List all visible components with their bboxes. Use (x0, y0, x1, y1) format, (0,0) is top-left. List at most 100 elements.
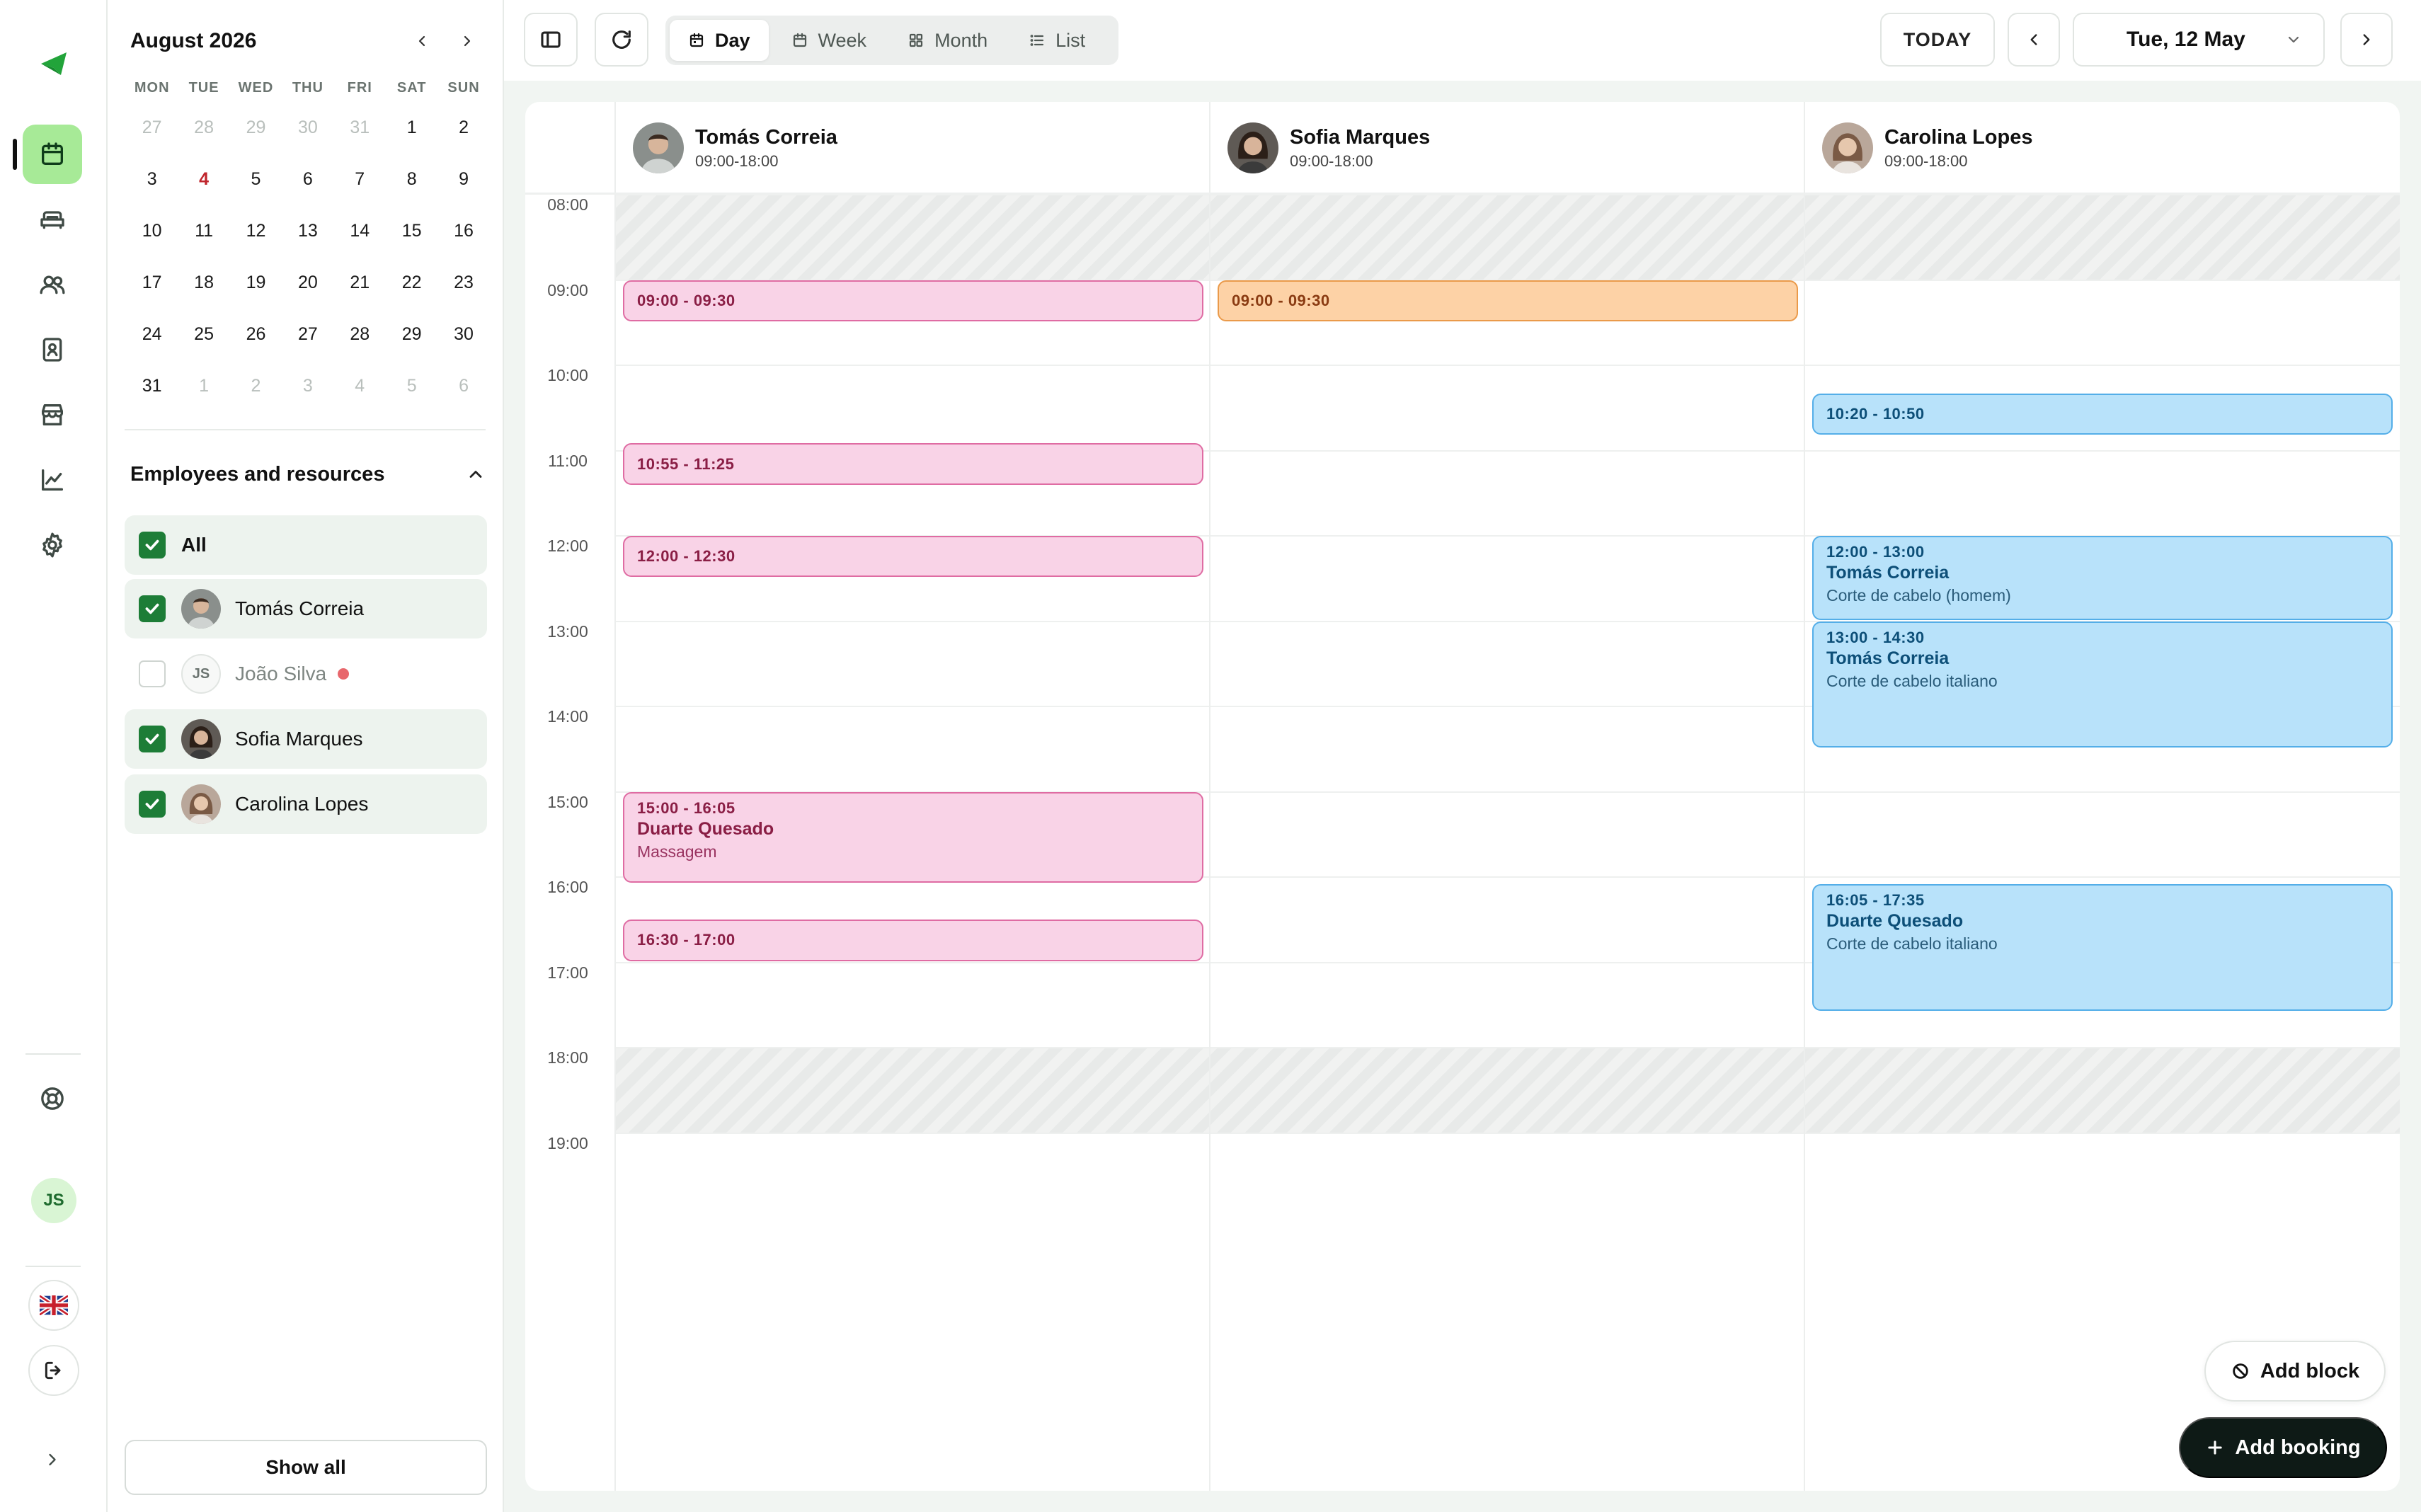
calendar-day[interactable]: 7 (334, 154, 386, 205)
booking-event[interactable]: 13:00 - 14:30 Tomás Correia Corte de cabel… (1812, 621, 2393, 748)
calendar-day[interactable]: 3 (126, 154, 178, 205)
employee-avatar (633, 122, 684, 173)
add-booking-button[interactable]: Add booking (2179, 1417, 2387, 1478)
calendar-day[interactable]: 23 (437, 257, 489, 309)
rail-clients[interactable] (23, 255, 82, 314)
hour-label: 16:00 (547, 878, 588, 896)
booking-event[interactable]: 09:00 - 09:30 (623, 280, 1203, 321)
tab-week[interactable]: Week (773, 20, 886, 61)
calendar-day[interactable]: 19 (230, 257, 282, 309)
calendar-day[interactable]: 17 (126, 257, 178, 309)
calendar-day[interactable]: 13 (282, 205, 333, 257)
language-switch[interactable] (28, 1280, 79, 1331)
column-working-hours: 09:00-18:00 (695, 151, 779, 170)
calendar-day[interactable]: 22 (386, 257, 437, 309)
checkbox-joao[interactable] (139, 660, 166, 687)
next-month-button[interactable] (453, 27, 481, 55)
rail-calendar[interactable] (23, 125, 82, 184)
prev-day-button[interactable] (2008, 13, 2060, 67)
user-avatar[interactable]: JS (31, 1178, 76, 1223)
calendar-day[interactable]: 27 (126, 102, 178, 154)
calendar-day[interactable]: 31 (126, 360, 178, 412)
booking-event[interactable]: 12:00 - 12:30 (623, 536, 1203, 578)
calendar-day[interactable]: 1 (386, 102, 437, 154)
calendar-day[interactable]: 4 (334, 360, 386, 412)
checkbox-sofia[interactable] (139, 726, 166, 752)
calendar-day[interactable]: 28 (178, 102, 229, 154)
employee-row-tomas[interactable]: Tomás Correia (125, 579, 487, 638)
rail-staff[interactable] (23, 320, 82, 379)
calendar-day[interactable]: 5 (386, 360, 437, 412)
calendar-day[interactable]: 29 (386, 309, 437, 360)
calendar-day[interactable]: 12 (230, 205, 282, 257)
calendar-day-today[interactable]: 4 (178, 154, 229, 205)
calendar-day[interactable]: 10 (126, 205, 178, 257)
calendar-day[interactable]: 25 (178, 309, 229, 360)
event-client: Tomás Correia (1826, 563, 1950, 583)
calendar-day[interactable]: 15 (386, 205, 437, 257)
calendar-day[interactable]: 27 (282, 309, 333, 360)
tab-week-label: Week (818, 29, 867, 51)
calendar-day[interactable]: 30 (437, 309, 489, 360)
show-all-button[interactable]: Show all (125, 1440, 487, 1495)
event-service: Corte de cabelo italiano (1826, 671, 1998, 690)
booking-event[interactable]: 10:55 - 11:25 (623, 443, 1203, 485)
checkbox-tomas[interactable] (139, 595, 166, 622)
calendar-day[interactable]: 6 (437, 360, 489, 412)
calendar-day[interactable]: 14 (334, 205, 386, 257)
employee-row-sofia[interactable]: Sofia Marques (125, 709, 487, 769)
calendar-day[interactable]: 20 (282, 257, 333, 309)
booking-event[interactable]: 16:05 - 17:35 Duarte Quesado Corte de cabe… (1812, 884, 2393, 1011)
calendar-day[interactable]: 2 (437, 102, 489, 154)
calendar-day[interactable]: 3 (282, 360, 333, 412)
checkbox-all[interactable] (139, 532, 166, 559)
tab-list[interactable]: List (1010, 20, 1104, 61)
calendar-day[interactable]: 28 (334, 309, 386, 360)
booking-event[interactable]: 10:20 - 10:50 (1812, 394, 2393, 435)
rail-store[interactable] (23, 385, 82, 445)
column-employee-name: Sofia Marques (1290, 125, 1431, 149)
calendar-day[interactable]: 8 (386, 154, 437, 205)
checkbox-carolina[interactable] (139, 791, 166, 818)
prev-month-button[interactable] (408, 27, 436, 55)
calendar-day[interactable]: 1 (178, 360, 229, 412)
today-button[interactable]: TODAY (1880, 13, 1995, 67)
date-select[interactable]: Tue, 12 May (2073, 13, 2325, 67)
toggle-sidebar-button[interactable] (524, 13, 578, 67)
calendar-day[interactable]: 29 (230, 102, 282, 154)
chevron-up-icon[interactable] (466, 464, 486, 484)
calendar-day[interactable]: 18 (178, 257, 229, 309)
calendar-day[interactable]: 21 (334, 257, 386, 309)
calendar-day[interactable]: 6 (282, 154, 333, 205)
calendar-day[interactable]: 5 (230, 154, 282, 205)
logout-button[interactable] (28, 1345, 79, 1396)
chevron-right-icon (464, 35, 471, 47)
refresh-button[interactable] (595, 13, 648, 67)
calendar-day[interactable]: 16 (437, 205, 489, 257)
employees-header[interactable]: Employees and resources (130, 459, 486, 490)
calendar-day[interactable]: 31 (334, 102, 386, 154)
calendar-day[interactable]: 24 (126, 309, 178, 360)
booking-event[interactable]: 12:00 - 13:00 Tomás Correia Corte de cabel… (1812, 536, 2393, 620)
calendar-day[interactable]: 2 (230, 360, 282, 412)
booking-event[interactable]: 16:30 - 17:00 (623, 920, 1203, 961)
rail-help[interactable] (23, 1069, 82, 1128)
next-day-button[interactable] (2340, 13, 2393, 67)
calendar-day[interactable]: 26 (230, 309, 282, 360)
expand-rail-button[interactable] (23, 1431, 82, 1488)
calendar-day[interactable]: 9 (437, 154, 489, 205)
employee-row-joao[interactable]: JS João Silva (125, 644, 487, 704)
booking-event[interactable]: 09:00 - 09:30 (1218, 280, 1798, 321)
employee-all-label: All (181, 534, 207, 556)
rail-reports[interactable] (23, 450, 82, 510)
calendar-day[interactable]: 30 (282, 102, 333, 154)
calendar-day[interactable]: 11 (178, 205, 229, 257)
rail-settings[interactable] (23, 515, 82, 575)
employee-all[interactable]: All (125, 515, 487, 575)
rail-resources[interactable] (23, 190, 82, 249)
employee-row-carolina[interactable]: Carolina Lopes (125, 774, 487, 834)
booking-event[interactable]: 15:00 - 16:05 Duarte Quesado Massagem (623, 791, 1203, 883)
tab-month[interactable]: Month (889, 20, 1006, 61)
add-block-button[interactable]: Add block (2204, 1341, 2386, 1402)
tab-day[interactable]: Day (670, 20, 769, 61)
